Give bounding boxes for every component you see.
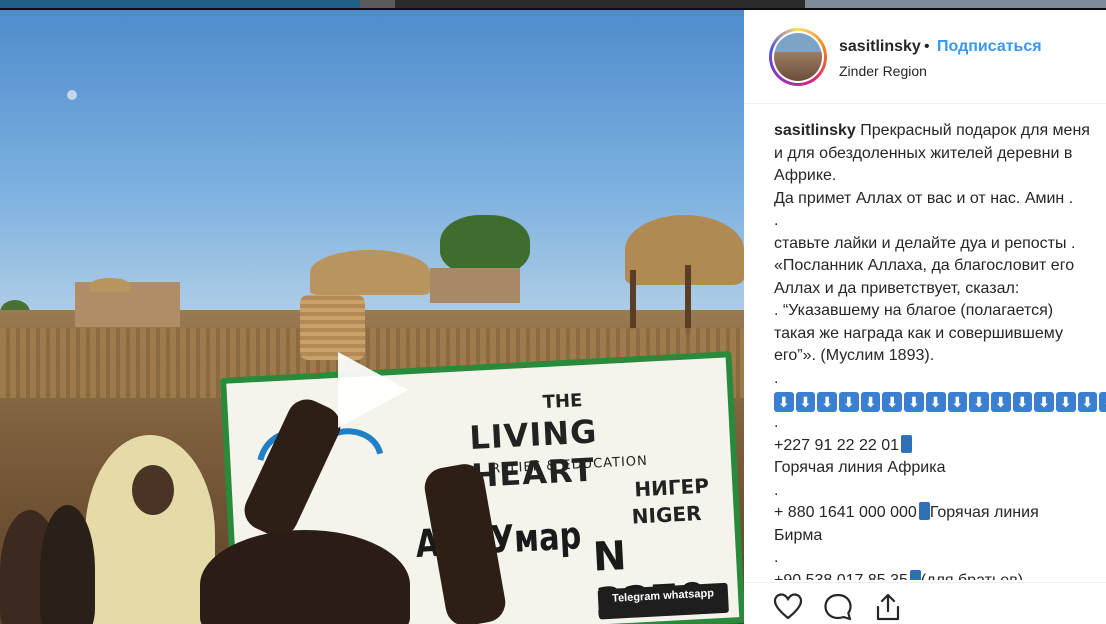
caption-line: «Посланник Аллаха, да благословит его <box>774 257 1075 274</box>
video-person <box>85 435 215 624</box>
caption-line: . <box>774 414 779 431</box>
down-arrow-icon: ⬇ <box>839 392 859 412</box>
caption-text: Прекрасный подарок для меня <box>855 122 1090 139</box>
username-link[interactable]: sasitlinsky <box>839 38 921 56</box>
adjacent-post-thumb <box>360 0 395 8</box>
caption-line: +90 538 017 85 35 (для братьев) <box>774 569 1106 581</box>
avatar[interactable] <box>769 28 827 86</box>
post-caption: sasitlinsky Прекрасный подарок для меня … <box>774 120 1106 580</box>
caption-line: + 880 1641 000 000 Горячая линия <box>774 502 1106 525</box>
video-person <box>40 505 95 624</box>
video-thatch-roof <box>310 250 430 295</box>
heart-icon[interactable] <box>772 591 804 623</box>
phone-number: +227 91 22 22 01 <box>774 436 900 454</box>
video-house <box>430 268 520 303</box>
caption-line: . <box>774 369 779 387</box>
down-arrow-icon: ⬇ <box>1034 392 1054 412</box>
adjacent-post-thumb <box>395 0 805 8</box>
follow-button[interactable]: Подписаться <box>937 38 1042 56</box>
caption-line: . <box>774 212 779 229</box>
avatar-frame <box>772 31 824 83</box>
down-arrow-icon: ⬇ <box>969 392 989 412</box>
video-thatch-roof <box>90 278 130 292</box>
down-arrow-icon: ⬇ <box>860 392 881 412</box>
caption-text: (для братьев) <box>920 571 1024 581</box>
caption-line: . <box>774 549 779 566</box>
separator-dot: • <box>924 38 930 55</box>
down-arrow-icon: ⬇ <box>817 392 838 412</box>
caption-line: sasitlinsky Прекрасный подарок для меня <box>774 120 1106 143</box>
video-moon <box>67 90 77 100</box>
caption-line: Да примет Аллах от вас и от нас. Амин . <box>774 189 1074 207</box>
down-arrow-icon: ⬇ <box>990 392 1011 412</box>
caption-line: и для обездоленных жителей деревни в <box>774 144 1073 162</box>
down-arrow-icon: ⬇ <box>795 392 816 412</box>
down-arrow-icon: ⬇ <box>1099 392 1106 412</box>
avatar-image <box>774 33 822 81</box>
sign-country-en: NIGER <box>631 501 703 529</box>
caption-line: Горячая линия Африка <box>774 459 946 476</box>
arrow-emoji-row: ⬇ ⬇ ⬇ ⬇ ⬇ ⬇ ⬇ ⬇ ⬇ ⬇ ⬇ ⬇ ⬇ ⬇ ⬇ ⬇ <box>774 392 1106 412</box>
down-arrow-icon: ⬇ <box>904 392 924 412</box>
caption-line: такая же награда как и совершившему <box>774 324 1063 342</box>
caption-line: Аллах и да приветствует, сказал: <box>774 279 1020 297</box>
video-pole <box>685 265 691 335</box>
caption-line: Африке. <box>774 167 837 184</box>
phone-icon <box>909 569 921 580</box>
sign-country-ru: НИГЕР <box>633 473 710 502</box>
phone-icon <box>901 434 913 453</box>
share-icon[interactable] <box>872 591 904 623</box>
caption-line: его”». (Муслим 1893). <box>774 347 935 364</box>
video-player[interactable]: THE LIVING HEART RELIEF & EDUCATION НИГЕ… <box>0 10 744 624</box>
caption-line: . <box>774 481 779 499</box>
location-link[interactable]: Zinder Region <box>839 63 927 79</box>
sign-the-text: THE <box>542 390 583 414</box>
phone-number: + 880 1641 000 000 <box>774 504 917 521</box>
adjacent-post-thumb <box>805 0 1106 8</box>
post-header: sasitlinsky • Подписаться Zinder Region <box>744 10 1106 104</box>
caption-line: . “Указавшему на благое (полагается) <box>774 302 1054 319</box>
play-icon[interactable] <box>333 350 413 430</box>
caption-username[interactable]: sasitlinsky <box>774 122 856 139</box>
adjacent-post-thumb <box>0 0 360 8</box>
caption-line: +227 91 22 22 01 <box>774 434 1106 458</box>
comment-icon[interactable] <box>822 591 854 623</box>
post-actions-bar <box>744 582 1106 624</box>
video-tree <box>440 215 530 275</box>
video-person-face <box>132 465 174 515</box>
video-pole <box>630 270 636 330</box>
down-arrow-icon: ⬇ <box>1077 392 1098 412</box>
caption-line: ставьте лайки и делайте дуа и репосты . <box>774 234 1076 252</box>
caption-line: Бирма <box>774 526 823 544</box>
down-arrow-icon: ⬇ <box>925 392 946 412</box>
caption-text: Горячая линия <box>929 504 1039 521</box>
down-arrow-icon: ⬇ <box>1012 392 1033 412</box>
down-arrow-icon: ⬇ <box>882 392 903 412</box>
down-arrow-icon: ⬇ <box>774 392 794 412</box>
post-side-panel: sasitlinsky • Подписаться Zinder Region … <box>744 10 1106 624</box>
phone-number: +90 538 017 85 35 <box>774 571 908 581</box>
phone-icon <box>918 502 930 520</box>
down-arrow-icon: ⬇ <box>947 392 968 412</box>
down-arrow-icon: ⬇ <box>1055 392 1076 412</box>
adjacent-posts-strip <box>0 0 1106 10</box>
